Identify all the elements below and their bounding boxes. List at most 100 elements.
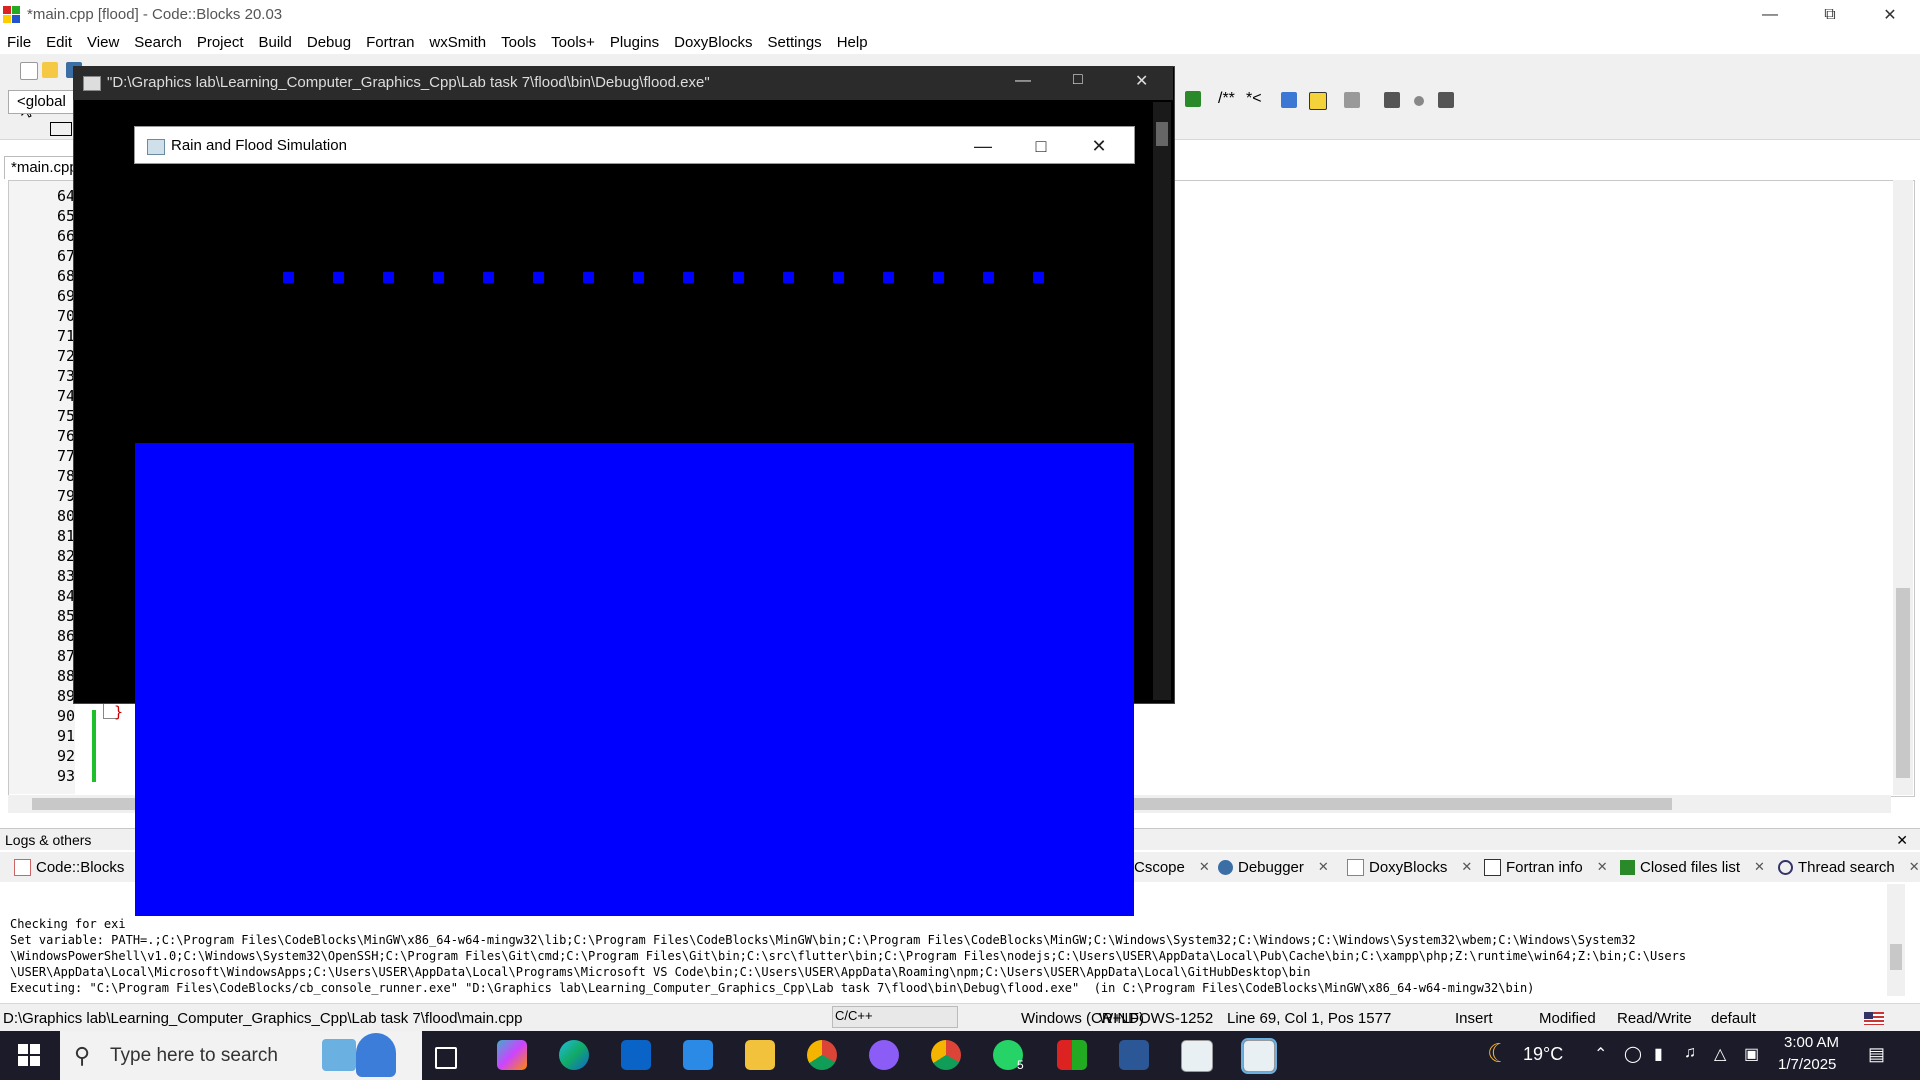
- line-number: 64: [56, 187, 75, 205]
- menu-build[interactable]: Build: [252, 34, 300, 51]
- wifi-icon[interactable]: △: [1714, 1044, 1726, 1064]
- sim-minimize-button[interactable]: —: [955, 127, 1011, 165]
- logtab-thread-search[interactable]: Thread search ✕: [1778, 855, 1920, 879]
- line-number: 72: [56, 347, 75, 365]
- line-number: 87: [56, 647, 75, 665]
- close-icon[interactable]: ✕: [1909, 859, 1920, 875]
- status-readwrite: Read/Write: [1617, 1010, 1692, 1027]
- console-close-button[interactable]: ✕: [1135, 71, 1148, 91]
- menu-bar: File Edit View Search Project Build Debug Fortr…: [0, 30, 1920, 54]
- doxy-line-comment-button[interactable]: *<: [1246, 90, 1262, 108]
- close-icon[interactable]: ✕: [1597, 859, 1608, 875]
- clock-time[interactable]: 3:00 AM: [1784, 1034, 1839, 1051]
- fortran-icon: [1484, 858, 1501, 876]
- close-icon[interactable]: ✕: [1754, 859, 1765, 875]
- volume-icon[interactable]: ♫: [1684, 1044, 1696, 1062]
- console-minimize-button[interactable]: —: [1015, 72, 1031, 90]
- editor-vertical-scrollbar[interactable]: [1893, 180, 1913, 795]
- word-icon[interactable]: [1119, 1040, 1149, 1070]
- copilot-icon[interactable]: [497, 1040, 527, 1070]
- next-bookmark-icon[interactable]: [1438, 92, 1454, 108]
- logtab-label: Fortran info: [1506, 858, 1583, 876]
- open-file-icon[interactable]: [42, 62, 58, 78]
- log-scrollbar[interactable]: [1887, 884, 1905, 996]
- whatsapp-badge: 5: [1017, 1058, 1024, 1072]
- codeblocks-taskbar-icon[interactable]: [1057, 1040, 1087, 1070]
- rain-drop: [833, 272, 844, 283]
- logs-close-icon[interactable]: ✕: [1896, 829, 1908, 851]
- menu-wxsmith[interactable]: wxSmith: [422, 34, 494, 51]
- menu-search[interactable]: Search: [127, 34, 190, 51]
- logtab-codeblocks[interactable]: Code::Blocks: [14, 855, 125, 879]
- doxy-html-icon[interactable]: [1281, 92, 1297, 108]
- menu-tools[interactable]: Tools: [494, 34, 544, 51]
- console-scrollbar[interactable]: [1153, 102, 1171, 700]
- logtab-debugger[interactable]: Debugger ✕: [1218, 855, 1329, 879]
- logtab-label: Debugger: [1238, 858, 1304, 876]
- menu-doxyblocks[interactable]: DoxyBlocks: [667, 34, 760, 51]
- wrench-icon[interactable]: [1344, 92, 1360, 108]
- logtab-label: Closed files list: [1640, 858, 1741, 876]
- logtab-fortran-info[interactable]: Fortran info ✕: [1484, 855, 1608, 879]
- search-icon: [1778, 859, 1793, 875]
- minimize-button[interactable]: —: [1740, 0, 1800, 30]
- log-line: Set variable: PATH=.;C:\Program Files\Co…: [10, 933, 1636, 947]
- menu-view[interactable]: View: [80, 34, 127, 51]
- line-number: 84: [56, 587, 75, 605]
- battery-icon[interactable]: ▮: [1654, 1044, 1663, 1064]
- weather-temp[interactable]: 19°C: [1523, 1044, 1563, 1065]
- notification-icon[interactable]: ▤: [1868, 1044, 1885, 1065]
- line-number: 73: [56, 367, 75, 385]
- menu-debug[interactable]: Debug: [300, 34, 359, 51]
- status-language-label: C/C++: [835, 1008, 873, 1023]
- logtab-doxyblocks[interactable]: DoxyBlocks ✕: [1347, 855, 1473, 879]
- menu-fortran[interactable]: Fortran: [359, 34, 422, 51]
- menu-project[interactable]: Project: [190, 34, 252, 51]
- network-icon[interactable]: ▣: [1744, 1044, 1759, 1064]
- close-button[interactable]: ✕: [1860, 0, 1920, 30]
- task-view-icon[interactable]: [435, 1047, 457, 1069]
- line-number: 79: [56, 487, 75, 505]
- outlook-icon[interactable]: [621, 1040, 651, 1070]
- help-icon[interactable]: [1309, 92, 1327, 110]
- tray-chevron-up-icon[interactable]: ⌃: [1594, 1044, 1607, 1064]
- menu-file[interactable]: File: [0, 34, 39, 51]
- sim-maximize-button[interactable]: □: [1013, 127, 1069, 165]
- line-number: 71: [56, 327, 75, 345]
- tray-meet-icon[interactable]: ◯: [1624, 1044, 1642, 1064]
- close-icon[interactable]: ✕: [1461, 859, 1472, 875]
- menu-tools-[interactable]: Tools+: [544, 34, 603, 51]
- console-window-taskbar-icon[interactable]: [1181, 1040, 1213, 1072]
- doxy-block-comment-button[interactable]: /**: [1218, 90, 1235, 108]
- new-file-icon[interactable]: [20, 62, 38, 80]
- windows-start-icon[interactable]: [18, 1044, 40, 1066]
- taskbar-search-box[interactable]: ⚲ Type here to search: [60, 1031, 422, 1080]
- logs-panel-title: Logs & others: [5, 832, 92, 848]
- menu-settings[interactable]: Settings: [760, 34, 829, 51]
- status-language: C/C++: [832, 1006, 958, 1028]
- logtab-cscope[interactable]: Cscope ✕: [1134, 855, 1210, 879]
- github-desktop-icon[interactable]: [869, 1040, 899, 1070]
- chrome-icon[interactable]: [931, 1040, 961, 1070]
- close-icon[interactable]: ✕: [1318, 859, 1329, 875]
- simulation-taskbar-icon[interactable]: [1241, 1038, 1277, 1074]
- rectangle-tool-icon[interactable]: [50, 122, 72, 136]
- edge-icon[interactable]: [559, 1040, 589, 1070]
- clock-date[interactable]: 1/7/2025: [1778, 1056, 1836, 1073]
- toggle-bookmark-icon[interactable]: [1414, 96, 1424, 106]
- store-icon[interactable]: [683, 1040, 713, 1070]
- menu-help[interactable]: Help: [830, 34, 876, 51]
- simulation-app-icon: [147, 139, 165, 155]
- prev-bookmark-icon[interactable]: [1384, 92, 1400, 108]
- restore-button[interactable]: ⧉: [1800, 0, 1860, 30]
- logtab-closed-files[interactable]: Closed files list ✕: [1620, 855, 1765, 879]
- sim-close-button[interactable]: ✕: [1071, 127, 1127, 165]
- line-number: 74: [56, 387, 75, 405]
- console-maximize-button[interactable]: □: [1073, 71, 1083, 89]
- step-icon[interactable]: [1185, 91, 1201, 107]
- menu-plugins[interactable]: Plugins: [603, 34, 667, 51]
- chrome-icon[interactable]: [807, 1040, 837, 1070]
- file-explorer-icon[interactable]: [745, 1040, 775, 1070]
- close-icon[interactable]: ✕: [1199, 859, 1210, 875]
- menu-edit[interactable]: Edit: [39, 34, 80, 51]
